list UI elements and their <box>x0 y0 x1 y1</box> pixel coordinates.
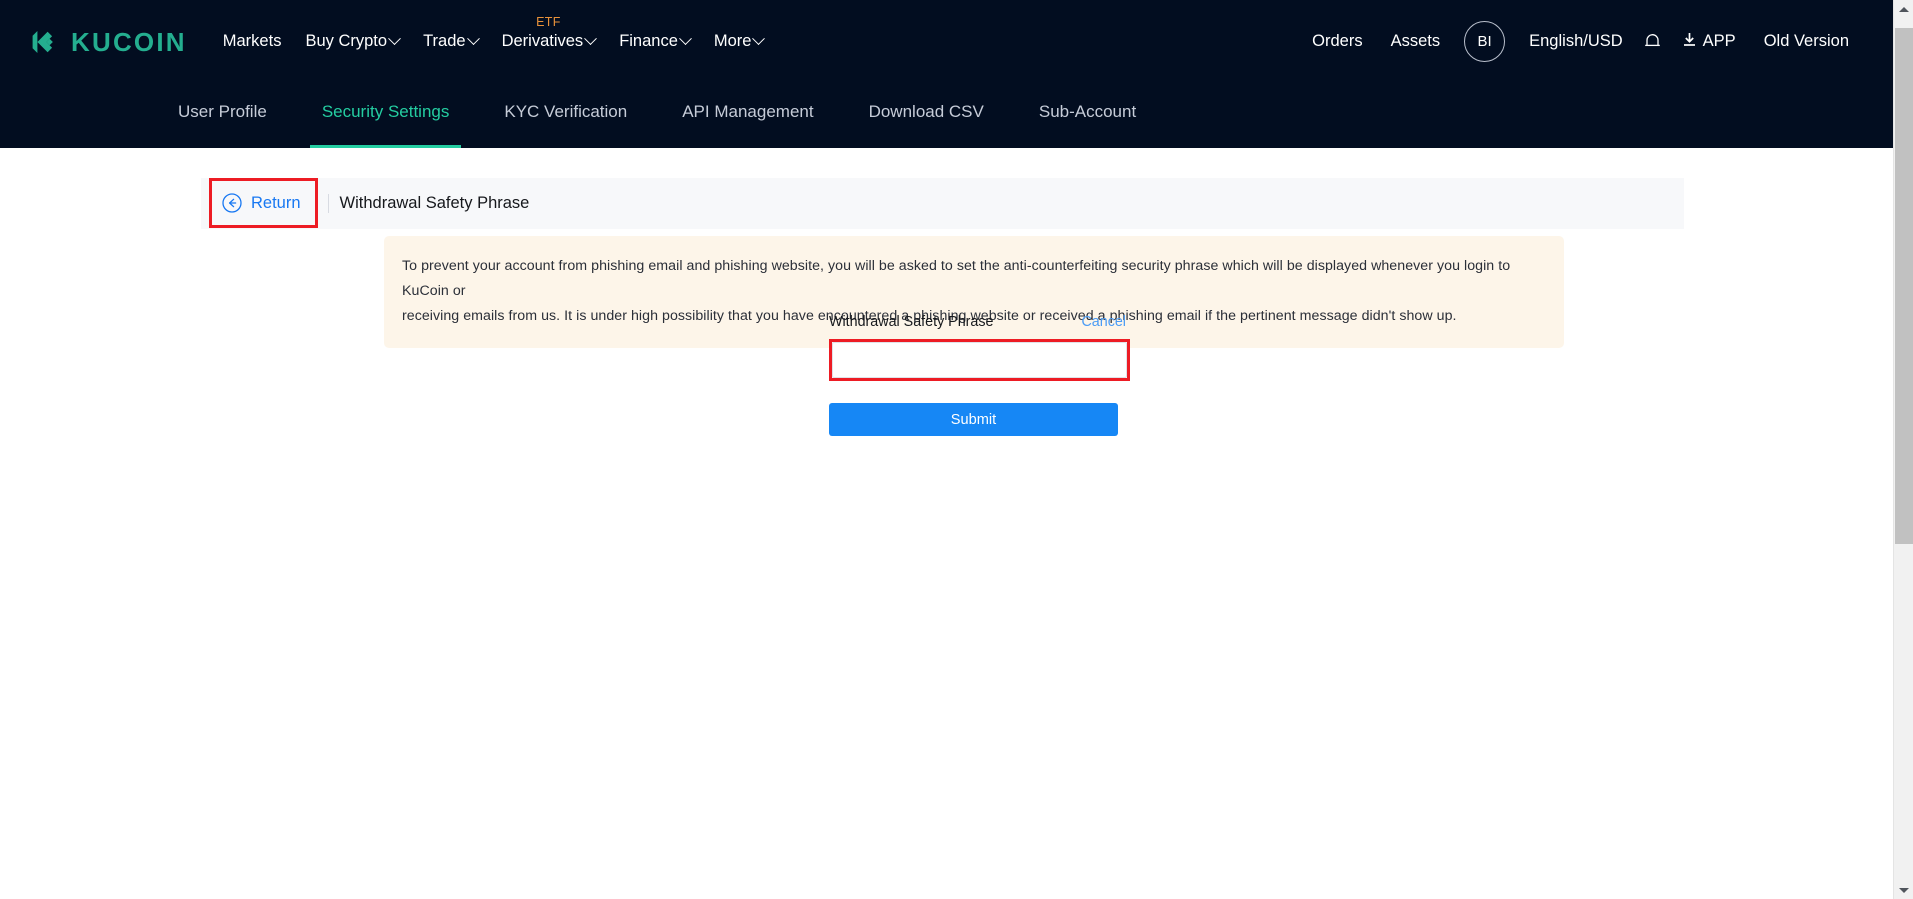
nav-label: More <box>713 32 752 50</box>
info-banner-line-1: To prevent your account from phishing em… <box>402 258 1511 299</box>
safety-phrase-label: Withdrawal Safety Phrase <box>829 314 994 330</box>
subnav-label: KYC Verification <box>504 102 628 121</box>
scroll-up-arrow-icon[interactable] <box>1894 0 1913 18</box>
return-button[interactable]: Return <box>209 178 318 228</box>
triangle-down-icon <box>1898 887 1909 893</box>
subnav-label: Download CSV <box>868 102 984 121</box>
return-label: Return <box>251 193 301 212</box>
browser-viewport: KUCOIN Markets Buy Crypto Trade ETF Deri… <box>0 0 1893 899</box>
safety-phrase-form: Withdrawal Safety Phrase Cancel Submit <box>829 314 1130 436</box>
orders-link[interactable]: Orders <box>1298 32 1376 51</box>
subnav-label: Security Settings <box>321 102 450 121</box>
page-root: KUCOIN Markets Buy Crypto Trade ETF Deri… <box>0 0 1913 899</box>
subnav-item-kyc-verification[interactable]: KYC Verification <box>504 83 627 148</box>
subnav-item-sub-account[interactable]: Sub-Account <box>1039 83 1136 148</box>
cancel-link[interactable]: Cancel <box>1081 314 1126 330</box>
form-label-row: Withdrawal Safety Phrase Cancel <box>829 314 1126 330</box>
bell-icon[interactable] <box>1643 31 1662 52</box>
nav-item-more[interactable]: More <box>702 32 776 51</box>
submit-button[interactable]: Submit <box>829 403 1118 436</box>
nav-item-markets[interactable]: Markets <box>211 32 294 51</box>
subnav-label: API Management <box>682 102 814 121</box>
primary-nav: Markets Buy Crypto Trade ETF Derivatives… <box>211 15 776 51</box>
kucoin-logo-text: KUCOIN <box>71 26 187 57</box>
nav-item-derivatives[interactable]: ETF Derivatives <box>490 15 608 51</box>
subnav-item-api-management[interactable]: API Management <box>682 83 813 148</box>
old-version-link[interactable]: Old Version <box>1750 32 1863 51</box>
page-title: Withdrawal Safety Phrase <box>339 194 530 212</box>
content-card: Return Withdrawal Safety Phrase To preve… <box>193 148 1694 899</box>
header-right-actions: Orders Assets BI English/USD APP Old Ver… <box>1298 21 1863 62</box>
nav-label: Buy Crypto <box>305 32 388 50</box>
etf-badge: ETF <box>536 15 561 29</box>
vertical-scrollbar[interactable] <box>1893 0 1913 899</box>
nav-label: Derivatives <box>501 32 584 50</box>
header-divider <box>327 194 329 213</box>
nav-item-trade[interactable]: Trade <box>411 32 490 51</box>
page-header-bar: Return Withdrawal Safety Phrase <box>201 178 1684 229</box>
chevron-down-icon <box>752 32 766 46</box>
scrollbar-thumb[interactable] <box>1895 28 1913 544</box>
app-download-link[interactable]: APP <box>1668 32 1750 52</box>
account-subnav: User Profile Security Settings KYC Verif… <box>0 83 1893 148</box>
assets-link[interactable]: Assets <box>1377 32 1455 51</box>
chevron-down-icon <box>466 32 480 46</box>
site-header: KUCOIN Markets Buy Crypto Trade ETF Deri… <box>0 0 1893 83</box>
app-label: APP <box>1702 32 1736 50</box>
nav-label: Trade <box>423 32 466 50</box>
nav-label: Finance <box>619 32 678 50</box>
safety-phrase-input-highlight <box>829 339 1130 381</box>
avatar[interactable]: BI <box>1464 21 1506 62</box>
scroll-down-arrow-icon[interactable] <box>1894 881 1913 899</box>
nav-item-buy-crypto[interactable]: Buy Crypto <box>293 32 411 51</box>
subnav-label: Sub-Account <box>1038 102 1137 121</box>
kucoin-logo[interactable]: KUCOIN <box>29 26 187 58</box>
safety-phrase-input[interactable] <box>832 342 1127 378</box>
nav-item-finance[interactable]: Finance <box>607 32 702 51</box>
subnav-label: User Profile <box>178 102 267 121</box>
chevron-down-icon <box>584 32 598 46</box>
download-icon <box>1682 32 1697 52</box>
kucoin-logo-icon <box>29 26 61 58</box>
nav-label: Markets <box>222 32 282 50</box>
circle-arrow-left-icon <box>222 193 242 213</box>
triangle-up-icon <box>1898 6 1909 12</box>
subnav-item-security-settings[interactable]: Security Settings <box>309 83 461 148</box>
chevron-down-icon <box>388 32 401 46</box>
chevron-down-icon <box>679 32 692 46</box>
subnav-item-user-profile[interactable]: User Profile <box>178 83 267 148</box>
language-currency-selector[interactable]: English/USD <box>1515 32 1637 51</box>
subnav-item-download-csv[interactable]: Download CSV <box>869 83 984 148</box>
